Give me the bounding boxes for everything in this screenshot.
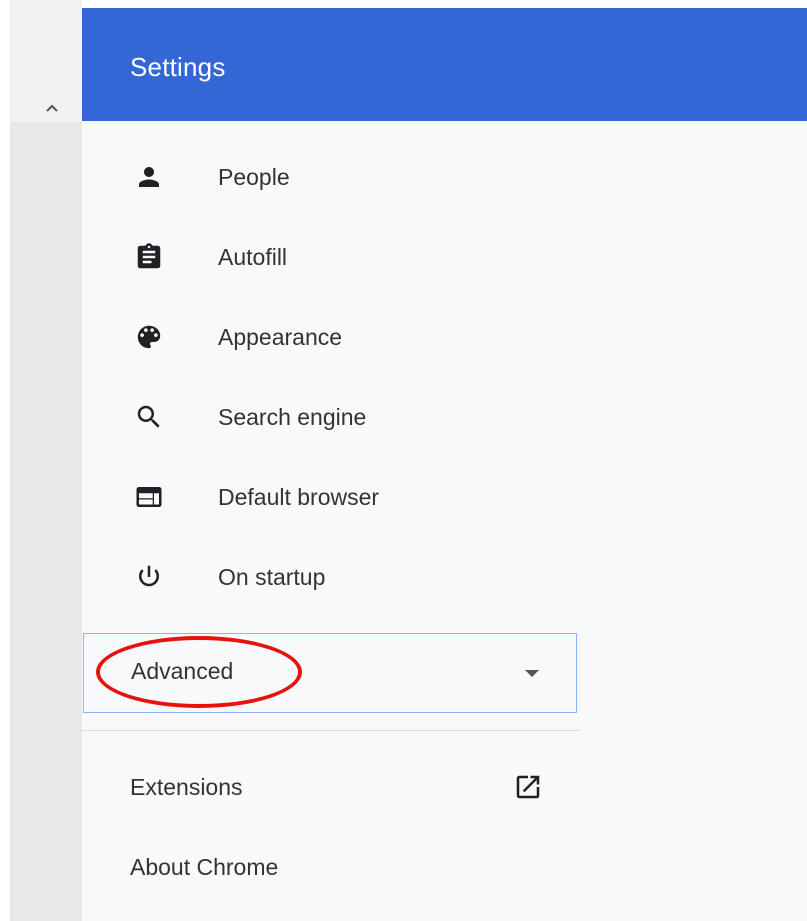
nav-item-appearance[interactable]: Appearance [82,297,580,377]
page-title: Settings [130,52,226,82]
annotation-circle [96,636,302,708]
settings-header: Settings [82,8,807,121]
palette-icon [132,320,166,354]
nav-label: On startup [218,563,326,590]
nav-item-people[interactable]: People [82,137,580,217]
nav-label: People [218,163,290,190]
chevron-up-icon [46,104,58,112]
person-icon [132,160,166,194]
nav-item-on-startup[interactable]: On startup [82,537,580,617]
nav-item-search-engine[interactable]: Search engine [82,377,580,457]
window-left-edge [0,0,10,921]
browser-window-icon [132,480,166,514]
nav-label: Default browser [218,483,380,510]
nav-label: Appearance [218,323,343,350]
link-label: About Chrome [130,854,279,880]
scroll-up-button[interactable] [40,96,64,120]
side-panel [10,0,82,921]
nav-item-extensions[interactable]: Extensions [82,746,580,826]
clipboard-icon [132,240,166,274]
nav-label: Search engine [218,403,367,430]
link-label: Extensions [130,774,243,800]
search-icon [132,400,166,434]
top-strip [82,0,807,8]
power-icon [132,560,166,594]
dropdown-arrow-icon [520,662,544,686]
nav-item-about-chrome[interactable]: About Chrome [82,826,580,906]
divider [82,730,580,731]
nav-item-autofill[interactable]: Autofill [82,217,580,297]
nav-label: Autofill [218,243,288,270]
open-in-new-icon [512,771,544,803]
nav-item-default-browser[interactable]: Default browser [82,457,580,537]
